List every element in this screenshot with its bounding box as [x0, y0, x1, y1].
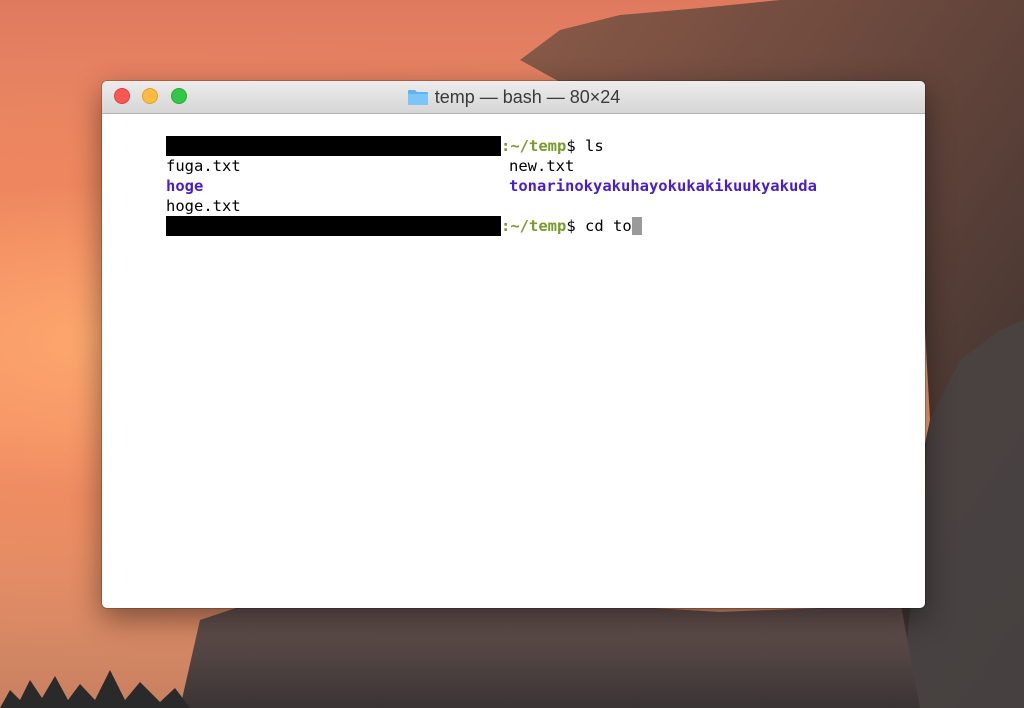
prompt-path: :~/temp	[501, 217, 567, 235]
command-text: ls	[575, 137, 604, 155]
directory-name: tonarinokyakuhayokukakikuukyakuda	[509, 177, 817, 195]
command-input[interactable]: cd to	[576, 217, 632, 235]
prompt-symbol: $	[566, 217, 576, 235]
folder-icon	[407, 89, 429, 106]
listing-item: hoge.txt	[110, 176, 241, 215]
listing-item: new.txt	[453, 136, 574, 175]
listing-item: hoge	[110, 156, 203, 195]
text-cursor	[631, 217, 642, 235]
prompt-line-2: :~/temp$ cd to	[110, 196, 642, 236]
window-title-container: temp — bash — 80×24	[102, 81, 925, 113]
prompt-line-1: :~/temp$ ls	[110, 116, 604, 156]
terminal-window[interactable]: temp — bash — 80×24 :~/temp$ ls fuga.txt…	[102, 81, 925, 608]
listing-item: fuga.txt	[110, 136, 241, 175]
listing-item: tonarinokyakuhayokukakikuukyakuda	[453, 156, 817, 195]
redacted-hostname	[166, 216, 501, 236]
window-titlebar[interactable]: temp — bash — 80×24	[102, 81, 925, 114]
window-title: temp — bash — 80×24	[434, 86, 621, 107]
